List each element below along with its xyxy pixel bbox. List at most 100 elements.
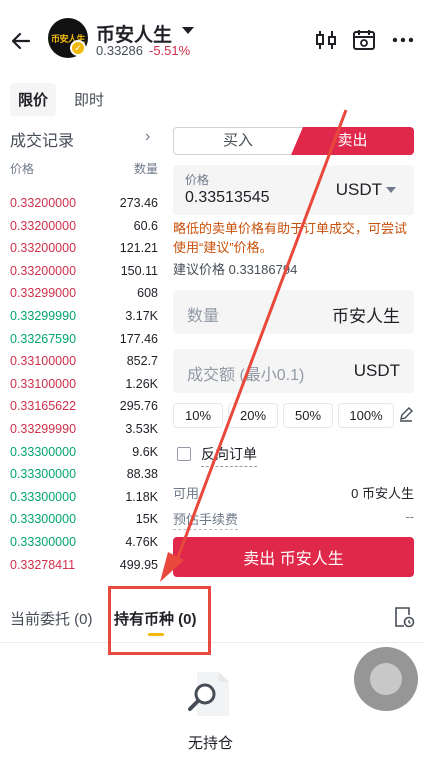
- chevron-down-icon[interactable]: [386, 187, 396, 193]
- header-price: 0.33286 -5.51%: [96, 43, 191, 58]
- trade-row: 0.33300000 88.38: [10, 467, 158, 490]
- trade-row: 0.33299000 608: [10, 286, 158, 309]
- trade-qty: 60.6: [133, 218, 158, 233]
- available-value: 0 币安人生: [351, 486, 414, 501]
- tab-buy[interactable]: 买入: [173, 127, 303, 155]
- trade-qty: 3.17K: [125, 308, 158, 323]
- trade-price: 0.33267590: [10, 331, 77, 346]
- trade-qty: 852.7: [126, 354, 158, 369]
- verified-badge-icon: ✓: [70, 40, 86, 56]
- suggested-price[interactable]: 建议价格 0.33186794: [173, 259, 297, 278]
- fee-label[interactable]: 预估手续费: [173, 509, 239, 530]
- price-warning: 略低的卖单价格有助于订单成交，可尝试使用“建议”价格。: [173, 221, 408, 255]
- trade-qty: 150.11: [120, 263, 158, 278]
- trade-price: 0.33299990: [10, 308, 77, 323]
- trade-price: 0.33300000: [10, 534, 77, 549]
- tab-market[interactable]: 即时: [66, 83, 112, 116]
- trade-row: 0.33278411 499.95: [10, 558, 158, 581]
- trade-row: 0.33100000 1.26K: [10, 377, 158, 400]
- reverse-order-checkbox[interactable]: [177, 447, 191, 461]
- price-label: 价格: [185, 173, 210, 187]
- trade-qty: 295.76: [119, 399, 158, 414]
- trade-price: 0.33300000: [10, 444, 77, 459]
- trade-qty: 121.21: [119, 241, 158, 256]
- quantity-field[interactable]: 数量 币安人生: [173, 290, 414, 334]
- trade-qty: 177.46: [119, 331, 158, 346]
- trade-price: 0.33200000: [10, 241, 77, 256]
- percent-buttons: 10% 20% 50% 100%: [173, 403, 399, 428]
- trade-row: 0.33200000 121.21: [10, 241, 158, 264]
- trade-qty: 499.95: [119, 557, 158, 572]
- trade-qty: 4.76K: [125, 534, 158, 549]
- trade-qty: 88.38: [126, 467, 158, 482]
- trade-price: 0.33299000: [10, 286, 77, 301]
- trade-qty: 1.18K: [125, 489, 158, 504]
- tab-limit[interactable]: 限价: [10, 83, 57, 116]
- trade-qty: 15K: [135, 512, 158, 527]
- trade-row: 0.33267590 177.46: [10, 332, 158, 355]
- highlight-box: [108, 586, 211, 655]
- order-history-icon[interactable]: [393, 605, 415, 629]
- sell-submit-button[interactable]: 卖出 币安人生: [173, 537, 414, 577]
- price-input[interactable]: 0.33513545: [185, 189, 270, 207]
- trade-qty: 3.53K: [125, 421, 158, 436]
- fee-value: --: [405, 509, 414, 524]
- empty-state-text: 无持仓: [188, 735, 234, 752]
- empty-search-icon: [188, 672, 229, 716]
- trade-qty: 1.26K: [125, 376, 158, 391]
- trade-price: 0.33200000: [10, 263, 77, 278]
- total-field[interactable]: 成交额 (最小0.1) USDT: [173, 349, 414, 393]
- quantity-placeholder: 数量: [187, 308, 220, 325]
- trade-price: 0.33100000: [10, 354, 77, 369]
- trade-price: 0.33100000: [10, 376, 77, 391]
- price-field[interactable]: 价格 0.33513545 USDT: [173, 165, 414, 215]
- chevron-right-icon[interactable]: ›: [145, 128, 150, 146]
- col-qty-header: 数量: [134, 162, 159, 176]
- percent-100-button[interactable]: 100%: [338, 403, 394, 428]
- chevron-down-icon[interactable]: [182, 27, 194, 34]
- calendar-icon[interactable]: [351, 27, 377, 53]
- trades-list: 0.33200000 273.46 0.33200000 60.6 0.33200000…: [10, 196, 158, 580]
- price-unit[interactable]: USDT: [336, 180, 382, 200]
- trade-price: 0.33200000: [10, 196, 77, 210]
- reverse-order-label[interactable]: 反向订单: [201, 444, 257, 467]
- trades-title[interactable]: 成交记录: [10, 127, 74, 151]
- trade-price: 0.33200000: [10, 218, 77, 233]
- trade-price: 0.33300000: [10, 512, 77, 527]
- trade-row: 0.33300000 15K: [10, 512, 158, 535]
- trade-qty: 9.6K: [132, 444, 158, 459]
- trade-price: 0.33165622: [10, 399, 77, 414]
- trade-price: 0.33300000: [10, 467, 77, 482]
- tab-sell[interactable]: 卖出: [291, 127, 414, 155]
- col-price-header: 价格: [10, 162, 35, 176]
- available-label: 可用: [173, 486, 200, 501]
- trade-row: 0.33200000 150.11: [10, 264, 158, 287]
- edit-pencil-icon[interactable]: [398, 406, 414, 422]
- trade-price: 0.33300000: [10, 489, 77, 504]
- percent-20-button[interactable]: 20%: [228, 403, 278, 428]
- order-type-tabs: 限价 即时: [10, 83, 112, 116]
- percent-50-button[interactable]: 50%: [283, 403, 333, 428]
- floating-button-inner: [370, 663, 402, 695]
- trade-row: 0.33200000 273.46: [10, 196, 158, 219]
- percent-10-button[interactable]: 10%: [173, 403, 223, 428]
- trade-price: 0.33278411: [10, 557, 76, 572]
- trade-row: 0.33165622 295.76: [10, 399, 158, 422]
- trade-qty: 273.46: [119, 196, 158, 210]
- more-options-icon[interactable]: [390, 27, 416, 53]
- trade-row: 0.33100000 852.7: [10, 354, 158, 377]
- buy-sell-switch: 买入 卖出: [173, 127, 414, 155]
- trade-price: 0.33299990: [10, 421, 77, 436]
- candlestick-chart-icon[interactable]: [313, 27, 339, 53]
- divider: [0, 642, 423, 643]
- trade-row: 0.33299990 3.53K: [10, 422, 158, 445]
- trade-row: 0.33300000 4.76K: [10, 535, 158, 558]
- trade-row: 0.33200000 60.6: [10, 219, 158, 242]
- trade-row: 0.33300000 1.18K: [10, 490, 158, 513]
- back-arrow-icon[interactable]: [8, 28, 34, 54]
- total-unit: USDT: [353, 361, 400, 380]
- quantity-unit: 币安人生: [332, 307, 400, 326]
- tab-open-orders[interactable]: 当前委托 (0): [10, 608, 93, 629]
- trade-qty: 608: [137, 286, 158, 301]
- trade-row: 0.33299990 3.17K: [10, 309, 158, 332]
